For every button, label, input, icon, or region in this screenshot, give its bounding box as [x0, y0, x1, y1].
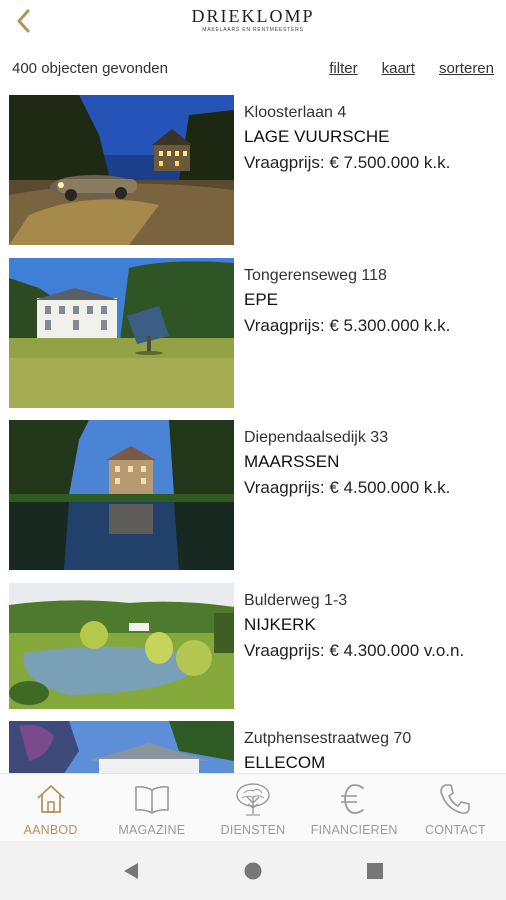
listing-photo[interactable]	[9, 95, 234, 245]
listing-city: MAARSSEN	[244, 452, 340, 471]
listing-info: Zutphensestraatweg 70 ELLECOM	[244, 729, 499, 773]
listing-card[interactable]: Diependaalsedijk 33 MAARSSEN Vraagprijs:…	[9, 420, 499, 570]
listing-street: Diependaalsedijk 33	[244, 429, 389, 446]
brand-logo[interactable]: DRIEKLOMP MAKELAARS EN RENTMEESTERS	[0, 6, 506, 33]
listing-street: Zutphensestraatweg 70	[244, 730, 412, 747]
euro-icon	[341, 784, 365, 814]
results-count: 400 objecten gevonden	[12, 59, 168, 77]
listing-city: ELLECOM	[244, 753, 326, 772]
brand-name: DRIEKLOMP	[191, 6, 315, 26]
filter-link[interactable]: filter	[329, 60, 357, 77]
system-recents-button[interactable]	[355, 851, 395, 891]
app-header: DRIEKLOMP MAKELAARS EN RENTMEESTERS	[0, 0, 506, 44]
book-icon	[134, 786, 169, 814]
listing-photo[interactable]	[9, 258, 234, 408]
tree-icon	[236, 783, 270, 816]
listing-street: Tongerenseweg 118	[244, 267, 387, 284]
listing-info: Tongerenseweg 118 EPE Vraagprijs: € 5.30…	[244, 266, 499, 337]
listing-card[interactable]: Tongerenseweg 118 EPE Vraagprijs: € 5.30…	[9, 258, 499, 408]
system-nav-bar	[0, 841, 506, 900]
tab-financieren[interactable]: FINANCIEREN	[304, 774, 405, 841]
listing-info: Bulderweg 1-3 NIJKERK Vraagprijs: € 4.30…	[244, 591, 499, 662]
system-home-button[interactable]	[233, 851, 273, 891]
tab-contact[interactable]: CONTACT	[405, 774, 506, 841]
tab-label: MAGAZINE	[118, 823, 186, 837]
tab-aanbod[interactable]: AANBOD	[0, 774, 101, 841]
listing-info: Diependaalsedijk 33 MAARSSEN Vraagprijs:…	[244, 428, 499, 499]
listing-photo[interactable]	[9, 721, 234, 773]
tab-label: FINANCIEREN	[310, 823, 398, 837]
listing-photo[interactable]	[9, 583, 234, 733]
listing-price: Vraagprijs: € 4.300.000 v.o.n.	[244, 641, 465, 660]
results-toolbar: 400 objecten gevonden filter kaart sorte…	[12, 56, 494, 80]
phone-icon	[440, 784, 471, 814]
listing-card[interactable]: Kloosterlaan 4 LAGE VUURSCHE Vraagprijs:…	[9, 95, 499, 245]
tab-diensten[interactable]: DIENSTEN	[202, 774, 303, 841]
listing-card[interactable]: Bulderweg 1-3 NIJKERK Vraagprijs: € 4.30…	[9, 583, 499, 733]
listing-list[interactable]: Kloosterlaan 4 LAGE VUURSCHE Vraagprijs:…	[0, 95, 506, 773]
sort-link[interactable]: sorteren	[439, 60, 494, 77]
brand-tagline: MAKELAARS EN RENTMEESTERS	[202, 27, 304, 33]
listing-price: Vraagprijs: € 4.500.000 k.k.	[244, 478, 451, 497]
listing-street: Bulderweg 1-3	[244, 592, 348, 609]
bottom-tab-bar: AANBOD MAGAZINE DIENSTEN FINANCIEREN CON…	[0, 773, 506, 841]
listing-price: Vraagprijs: € 7.500.000 k.k.	[244, 153, 451, 172]
house-icon	[36, 785, 65, 813]
listing-street: Kloosterlaan 4	[244, 104, 347, 121]
listing-price: Vraagprijs: € 5.300.000 k.k.	[244, 316, 451, 335]
map-link[interactable]: kaart	[382, 60, 415, 77]
listing-photo[interactable]	[9, 420, 234, 570]
listing-city: NIJKERK	[244, 615, 316, 634]
system-back-button[interactable]	[111, 851, 151, 891]
tab-magazine[interactable]: MAGAZINE	[101, 774, 202, 841]
listing-info: Kloosterlaan 4 LAGE VUURSCHE Vraagprijs:…	[244, 103, 499, 174]
back-triangle-icon	[124, 862, 138, 879]
tab-label: CONTACT	[424, 823, 486, 837]
tab-label: AANBOD	[23, 823, 78, 837]
recents-square-icon	[367, 862, 383, 879]
tab-label: DIENSTEN	[220, 823, 286, 837]
home-circle-icon	[244, 862, 262, 879]
listing-city: EPE	[244, 290, 279, 309]
listing-card[interactable]: Zutphensestraatweg 70 ELLECOM	[9, 721, 499, 773]
listing-city: LAGE VUURSCHE	[244, 127, 390, 146]
